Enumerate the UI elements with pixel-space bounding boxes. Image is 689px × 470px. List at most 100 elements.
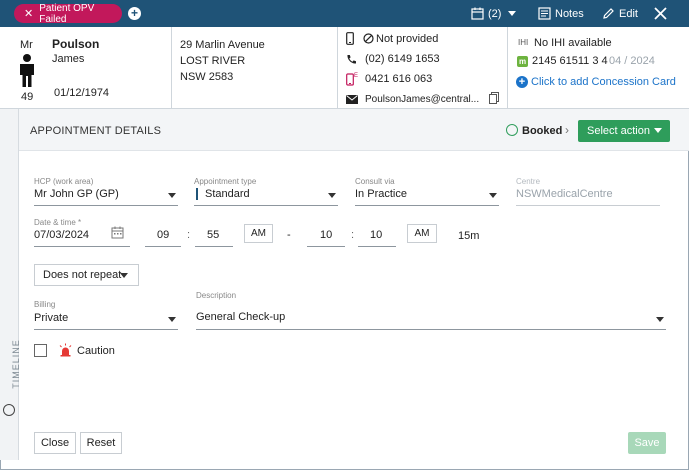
appointment-header: APPOINTMENT DETAILS Booked › Select acti… <box>19 109 689 151</box>
calendar-icon[interactable] <box>111 226 124 239</box>
chevron-down-icon <box>489 193 497 198</box>
close-alert-icon[interactable]: ✕ <box>24 7 33 20</box>
booked-status: Booked <box>522 125 563 137</box>
date-underline <box>34 246 130 247</box>
save-button[interactable]: Save <box>628 432 666 454</box>
select-action-button[interactable]: Select action <box>578 120 670 142</box>
svg-text:E: E <box>354 73 358 79</box>
edit-label: Edit <box>619 7 638 20</box>
add-concession-icon[interactable]: + <box>516 76 528 88</box>
chevron-down-icon <box>120 273 128 278</box>
repeat-value: Does not repeat <box>43 269 122 281</box>
consult-via-select[interactable]: In Practice <box>355 188 407 200</box>
description-label: Description <box>196 291 237 300</box>
appointments-dropdown[interactable]: (2) <box>471 0 517 27</box>
divider <box>507 27 508 109</box>
billing-underline <box>34 329 178 330</box>
calendar-icon <box>471 7 484 20</box>
hcp-label: HCP (work area) <box>34 177 94 186</box>
envelope-icon <box>346 95 358 104</box>
type-underline <box>194 205 338 206</box>
centre-value: NSWMedicalCentre <box>516 188 613 200</box>
address-line-1: 29 Marlin Avenue <box>180 39 265 51</box>
pencil-icon <box>603 8 614 19</box>
time-separator: : <box>351 229 355 241</box>
start-hour-input[interactable]: 09 <box>157 229 169 241</box>
notes-icon <box>538 7 551 20</box>
end-hour-input[interactable]: 10 <box>320 229 332 241</box>
date-input[interactable]: 07/03/2024 <box>34 229 89 241</box>
patient-header: Mr 49 Poulson James 01/12/1974 29 Marlin… <box>0 27 689 109</box>
add-concession-link[interactable]: Click to add Concession Card <box>531 76 676 88</box>
blocked-icon <box>363 33 374 44</box>
medicare-number: 2145 61511 3 4 <box>532 55 608 67</box>
patient-surname: Poulson <box>52 37 100 51</box>
chevron-down-icon <box>168 317 176 322</box>
start-ampm-toggle[interactable]: AM <box>244 224 273 243</box>
mobile-phone-icon <box>346 32 354 45</box>
patient-phone[interactable]: (02) 6149 1653 <box>365 53 440 65</box>
consult-via-label: Consult via <box>355 177 395 186</box>
duration-label: 15m <box>458 230 480 242</box>
appointment-type-label: Appointment type <box>194 177 257 186</box>
end-minute-underline <box>358 246 396 247</box>
phone-icon <box>347 55 356 64</box>
caution-alarm-icon <box>59 343 72 357</box>
hcp-select[interactable]: Mr John GP (GP) <box>34 188 119 200</box>
repeat-dropdown[interactable]: Does not repeat <box>34 264 139 286</box>
medicare-expiry: 04 / 2024 <box>609 55 655 67</box>
alert-label: Patient OPV Failed <box>39 2 95 25</box>
notes-label: Notes <box>555 7 584 20</box>
centre-underline <box>516 205 660 206</box>
timeline-strip[interactable]: TIMELINE <box>0 109 21 460</box>
time-separator: : <box>187 229 191 241</box>
address-line-2: LOST RIVER <box>180 55 246 67</box>
description-underline <box>196 329 666 330</box>
notes-button[interactable]: Notes <box>538 0 584 27</box>
end-hour-underline <box>307 246 345 247</box>
reset-button[interactable]: Reset <box>80 432 122 454</box>
timeline-label: TIMELINE <box>11 339 21 389</box>
ihi-tag: IHI <box>518 38 529 47</box>
type-color-bar <box>196 188 198 200</box>
end-ampm-toggle[interactable]: AM <box>407 224 437 243</box>
person-icon <box>20 54 34 87</box>
start-minute-input[interactable]: 55 <box>207 229 219 241</box>
mobile-sms-icon: E <box>346 73 358 86</box>
chevron-right-icon: › <box>565 123 569 137</box>
chevron-down-icon <box>508 11 517 16</box>
consult-underline <box>355 205 499 206</box>
clock-icon[interactable] <box>3 404 15 416</box>
top-bar: ✕ Patient OPV Failed + (2) Notes Edit <box>0 0 689 27</box>
appointment-type-select[interactable]: Standard <box>205 188 250 200</box>
patient-email[interactable]: PoulsonJames@central... <box>365 94 479 105</box>
divider <box>171 27 172 109</box>
billing-label: Billing <box>34 300 56 309</box>
caution-label: Caution <box>77 345 115 357</box>
patient-mobile[interactable]: 0421 616 063 <box>365 73 432 85</box>
copy-icon[interactable] <box>489 92 499 104</box>
billing-select[interactable]: Private <box>34 312 68 324</box>
close-window-button[interactable] <box>654 0 671 27</box>
hcp-underline <box>34 205 178 206</box>
select-action-label: Select action <box>587 125 650 137</box>
close-button[interactable]: Close <box>34 432 76 454</box>
time-range-dash: - <box>287 229 291 241</box>
appointment-section-title: APPOINTMENT DETAILS <box>30 125 162 137</box>
start-minute-underline <box>195 246 233 247</box>
booked-status-icon <box>506 124 518 136</box>
add-alert-icon[interactable]: + <box>128 7 141 20</box>
close-icon <box>654 7 667 20</box>
caution-checkbox[interactable] <box>34 344 47 357</box>
start-hour-underline <box>145 246 181 247</box>
medicare-icon: m <box>517 56 528 67</box>
appointments-count: (2) <box>488 7 502 20</box>
description-select[interactable]: General Check-up <box>196 311 285 323</box>
edit-button[interactable]: Edit <box>602 0 638 27</box>
alert-badge[interactable]: ✕ Patient OPV Failed <box>14 2 122 25</box>
patient-dob: 01/12/1974 <box>54 87 110 99</box>
end-minute-input[interactable]: 10 <box>370 229 382 241</box>
chevron-down-icon <box>656 317 664 322</box>
patient-age: 49 <box>21 91 34 103</box>
mobile-status: Not provided <box>376 33 439 45</box>
